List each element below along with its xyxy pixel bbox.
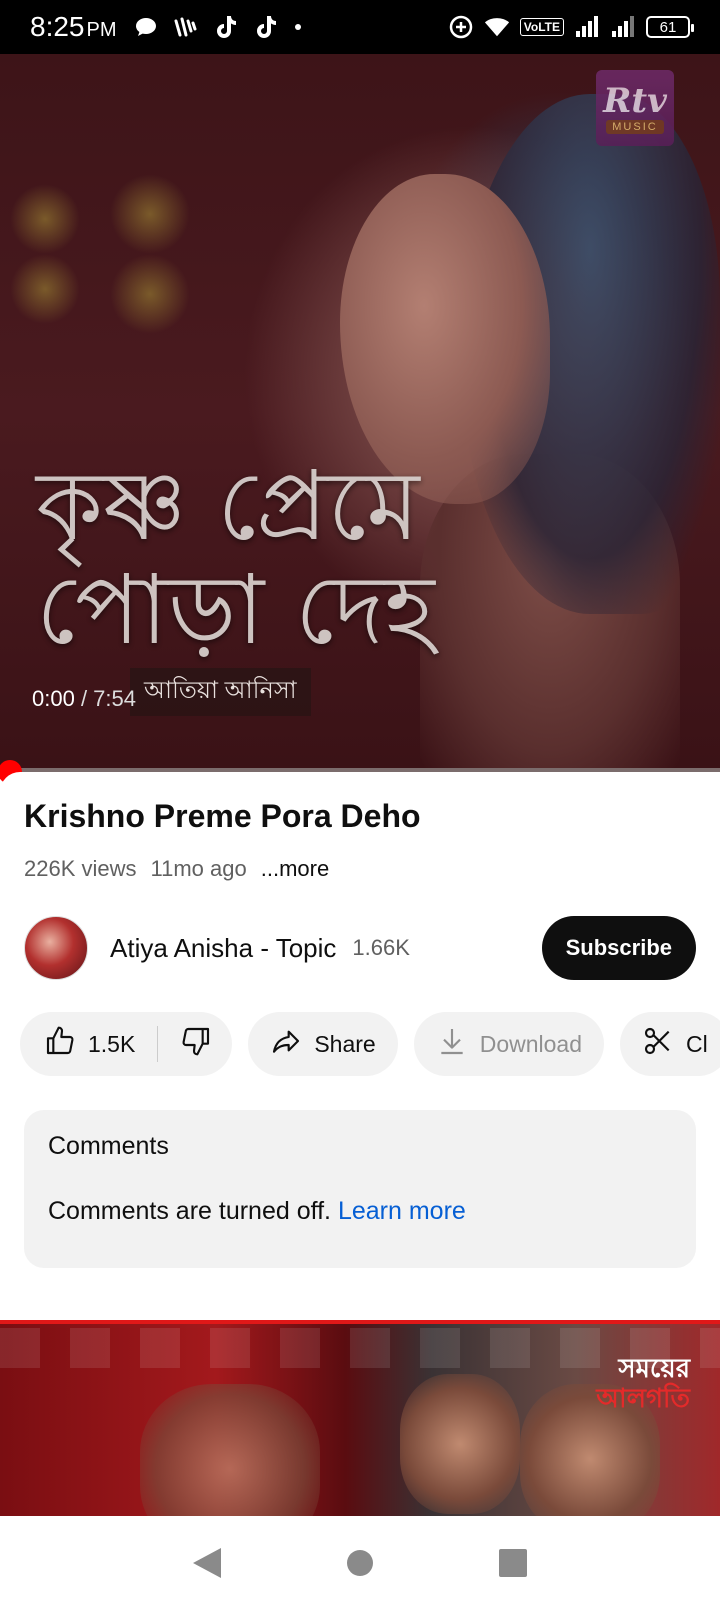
comments-section: Comments Comments are turned off. Learn … bbox=[24, 1110, 696, 1268]
view-count: 226K views bbox=[24, 856, 137, 881]
stage-light bbox=[110, 254, 190, 334]
data-saver-icon bbox=[448, 14, 474, 40]
share-icon bbox=[270, 1025, 302, 1063]
like-button[interactable]: 1.5K bbox=[44, 1025, 135, 1063]
back-button[interactable] bbox=[187, 1545, 227, 1585]
video-artist-overlay: আতিয়া আনিসা bbox=[130, 668, 311, 716]
thumbnail-figure bbox=[140, 1384, 320, 1516]
channel-avatar[interactable] bbox=[24, 916, 88, 980]
comments-message: Comments are turned off. Learn more bbox=[48, 1197, 466, 1225]
recents-icon bbox=[498, 1548, 528, 1583]
scissors-icon bbox=[642, 1025, 674, 1063]
next-video-thumbnail[interactable]: সময়ের আলগতি bbox=[0, 1320, 720, 1516]
upload-age: 11mo ago bbox=[150, 856, 247, 881]
subscriber-count: 1.66K bbox=[352, 935, 410, 960]
battery-icon: 61 bbox=[646, 16, 694, 38]
signal-icon bbox=[610, 14, 636, 40]
time-display: 0:00 / 7:54 bbox=[32, 686, 136, 711]
download-button[interactable]: Download bbox=[413, 1012, 604, 1076]
like-divider bbox=[157, 1026, 159, 1062]
stage-light bbox=[10, 184, 80, 254]
back-icon bbox=[191, 1546, 223, 1585]
channel-row: Atiya Anisha - Topic 1.66K Subscribe bbox=[24, 916, 696, 980]
like-count: 1.5K bbox=[88, 1030, 136, 1057]
thumbnail-brand: সময়ের আলগতি bbox=[596, 1354, 690, 1414]
clip-label: Cl bbox=[686, 1030, 708, 1057]
video-player[interactable]: Rtv MUSIC কৃষ্ণ প্রেমে পোড়া দেহ আতিয়া … bbox=[0, 54, 720, 770]
learn-more-link[interactable]: Learn more bbox=[338, 1197, 466, 1225]
more-notifications-icon bbox=[293, 14, 303, 40]
status-time: 8:25 PM bbox=[30, 11, 117, 42]
download-icon bbox=[436, 1025, 468, 1063]
recents-button[interactable] bbox=[493, 1545, 533, 1585]
comments-title: Comments bbox=[48, 1132, 169, 1160]
share-button[interactable]: Share bbox=[248, 1012, 398, 1076]
home-button[interactable] bbox=[340, 1545, 380, 1585]
more-link[interactable]: ...more bbox=[261, 856, 329, 882]
wifi-icon bbox=[173, 14, 199, 40]
share-label: Share bbox=[314, 1030, 376, 1057]
video-title-overlay: কৃষ্ণ প্রেমে পোড়া দেহ bbox=[36, 450, 435, 666]
action-bar: 1.5K Share Download Cl bbox=[20, 1012, 720, 1076]
clip-button[interactable]: Cl bbox=[620, 1012, 720, 1076]
comment-icon bbox=[133, 14, 159, 40]
dislike-icon bbox=[180, 1025, 212, 1063]
status-bar: 8:25 PM VoLTE 61 bbox=[0, 0, 720, 54]
tiktok-icon bbox=[253, 14, 279, 40]
signal-icon bbox=[574, 14, 600, 40]
like-icon bbox=[44, 1025, 76, 1063]
video-title: Krishno Preme Pora Deho bbox=[24, 798, 421, 834]
like-dislike-pill: 1.5K bbox=[20, 1012, 233, 1076]
tiktok-icon bbox=[213, 14, 239, 40]
dislike-button[interactable] bbox=[180, 1025, 212, 1063]
system-nav-bar bbox=[0, 1518, 720, 1612]
stage-light bbox=[110, 174, 190, 254]
stage-light bbox=[10, 254, 80, 324]
subscribe-button[interactable]: Subscribe bbox=[541, 916, 696, 980]
wifi-signal-icon bbox=[484, 14, 510, 40]
rtv-music-logo: Rtv MUSIC bbox=[596, 70, 674, 146]
thumbnail-figure bbox=[400, 1374, 520, 1514]
video-meta[interactable]: 226K views 11mo ago ...more bbox=[24, 856, 329, 882]
home-icon bbox=[346, 1549, 374, 1582]
download-label: Download bbox=[479, 1030, 582, 1057]
channel-name[interactable]: Atiya Anisha - Topic bbox=[110, 933, 336, 964]
volte-badge: VoLTE bbox=[519, 18, 564, 36]
